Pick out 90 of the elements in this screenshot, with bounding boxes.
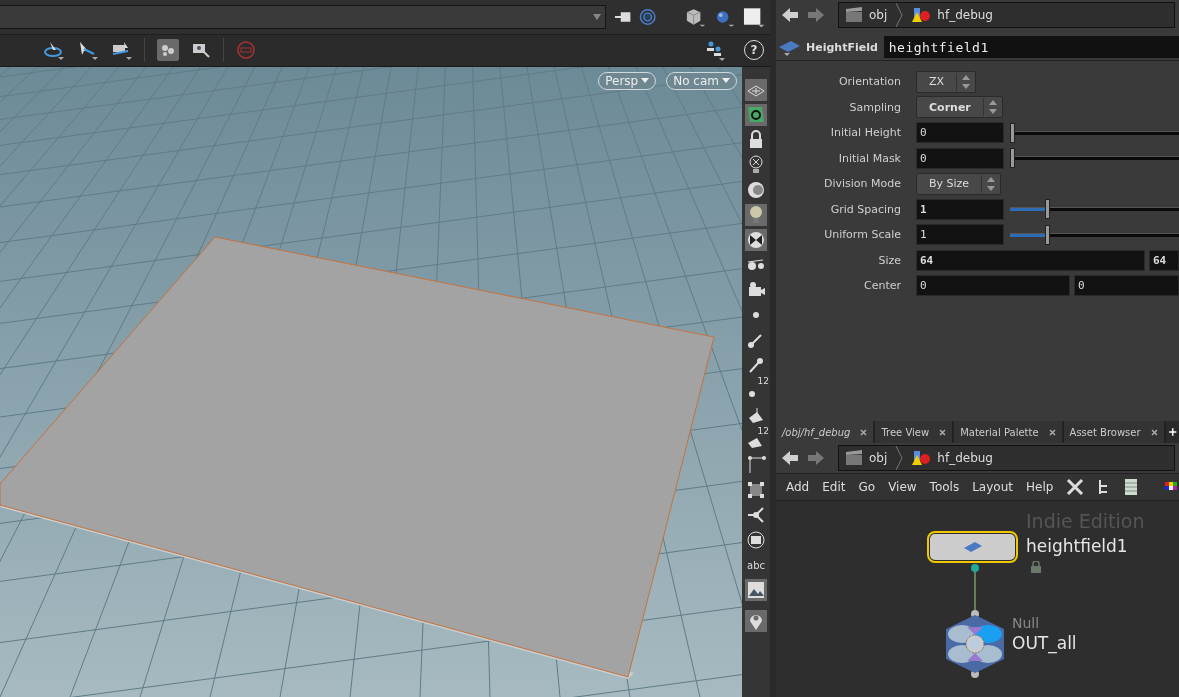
- node-type-label: Null: [1012, 615, 1040, 631]
- wireframe-icon[interactable]: [745, 79, 767, 101]
- parameter-label: Initial Mask: [837, 151, 902, 165]
- swatch-icon[interactable]: [742, 5, 764, 28]
- cube-icon[interactable]: [684, 6, 706, 27]
- annotation-tool[interactable]: abc: [745, 554, 767, 576]
- menu-item[interactable]: View: [888, 480, 917, 494]
- bounding-box-icon[interactable]: [745, 479, 767, 501]
- slider-track[interactable]: [1010, 148, 1179, 169]
- heightfield-node[interactable]: [930, 534, 1015, 560]
- path-crumb[interactable]: obj: [869, 8, 888, 22]
- corner-icon[interactable]: [745, 454, 767, 476]
- caret-icon: [722, 78, 730, 84]
- caret-icon: [641, 78, 650, 84]
- forward-arrow-icon[interactable]: [806, 449, 826, 467]
- close-icon[interactable]: [1150, 428, 1158, 436]
- slider-handle[interactable]: [1045, 199, 1051, 220]
- shapes-icon: [911, 7, 932, 23]
- path-crumb[interactable]: hf_debug: [937, 451, 993, 465]
- close-icon[interactable]: [1048, 428, 1056, 436]
- parameter-label: Grid Spacing: [829, 202, 902, 216]
- back-arrow-icon[interactable]: [780, 449, 800, 467]
- chevron-icon: [895, 3, 904, 27]
- shapes-icon: [911, 450, 932, 466]
- slider-handle[interactable]: [1010, 148, 1015, 169]
- point-count: 12: [757, 376, 769, 386]
- help-button[interactable]: ?: [744, 40, 764, 61]
- path-bar[interactable]: obj hf_debug: [838, 445, 1175, 471]
- node-connection: [971, 564, 979, 612]
- path-crumb[interactable]: hf_debug: [937, 8, 993, 22]
- parameter-label: Size: [877, 253, 902, 267]
- value-field[interactable]: 64: [916, 249, 1145, 271]
- menu-item[interactable]: Edit: [822, 480, 846, 494]
- tools-icon[interactable]: [1066, 478, 1085, 496]
- pane-tab[interactable]: Asset Browser: [1063, 421, 1166, 443]
- value-field[interactable]: 0: [1074, 275, 1179, 297]
- pane-tab[interactable]: Tree View: [875, 421, 955, 443]
- slider-track[interactable]: [1010, 122, 1179, 143]
- menu-button[interactable]: Corner: [916, 96, 1003, 119]
- point-count: 12: [757, 426, 769, 436]
- list-icon[interactable]: [1124, 478, 1139, 496]
- clapperboard-icon: [845, 450, 863, 466]
- menu-button[interactable]: By Size: [916, 172, 1002, 195]
- path-bar[interactable]: obj hf_debug: [838, 2, 1175, 28]
- value-field[interactable]: 0: [916, 122, 1004, 144]
- close-icon[interactable]: [860, 428, 868, 436]
- parameter-label: Uniform Scale: [823, 228, 902, 242]
- menu-item[interactable]: Layout: [972, 480, 1013, 494]
- image-icon[interactable]: [745, 579, 767, 601]
- slider-handle[interactable]: [1045, 224, 1051, 245]
- parameter-label: Orientation: [837, 75, 902, 89]
- checker-sphere-icon[interactable]: [745, 229, 767, 251]
- slider-track[interactable]: [1010, 224, 1179, 245]
- heightfield-plane[interactable]: [0, 236, 715, 678]
- menu-item[interactable]: Help: [1025, 480, 1054, 494]
- slider-handle[interactable]: [1010, 122, 1015, 143]
- geometry-icon[interactable]: [745, 104, 767, 126]
- snapping-icon[interactable]: [157, 39, 179, 62]
- chevron-icon: [895, 446, 904, 470]
- node-type-label: HeightField: [806, 40, 878, 54]
- target-icon[interactable]: [639, 7, 657, 26]
- location-pin-icon[interactable]: [745, 610, 767, 632]
- parameter-label: Division Mode: [822, 177, 902, 191]
- value-field[interactable]: 1: [916, 198, 1004, 220]
- path-crumb[interactable]: obj: [869, 451, 888, 465]
- menu-button[interactable]: ZX: [916, 70, 977, 93]
- value-field[interactable]: 0: [916, 275, 1070, 297]
- menu-item[interactable]: Tools: [929, 480, 960, 494]
- close-icon[interactable]: [939, 428, 947, 436]
- pane-tab[interactable]: /obj/hf_debug: [776, 421, 876, 443]
- value-field[interactable]: 1: [916, 224, 1004, 246]
- clapperboard-icon: [845, 7, 863, 23]
- pane-tab[interactable]: Material Palette: [954, 421, 1064, 443]
- parameter-label: Sampling: [848, 100, 902, 114]
- sphere-icon[interactable]: [745, 179, 767, 201]
- value-field[interactable]: 64: [1149, 249, 1179, 271]
- node-name: OUT_all: [1012, 633, 1077, 653]
- forward-arrow-icon[interactable]: [806, 6, 826, 24]
- menu-item[interactable]: Add: [786, 480, 810, 494]
- value-field[interactable]: 0: [916, 147, 1004, 169]
- menu-item[interactable]: Go: [858, 480, 876, 494]
- dropdown-field[interactable]: [0, 4, 607, 29]
- back-arrow-icon[interactable]: [780, 6, 800, 24]
- parameter-label: Initial Height: [829, 126, 902, 140]
- parameter-label: Center: [862, 279, 902, 293]
- list-circle-icon[interactable]: [745, 529, 767, 551]
- node-name: heightfield1: [1026, 536, 1128, 556]
- users-icon[interactable]: [704, 39, 726, 62]
- slider-track[interactable]: [1010, 199, 1179, 220]
- node-name-field[interactable]: heightfield1: [883, 36, 1179, 58]
